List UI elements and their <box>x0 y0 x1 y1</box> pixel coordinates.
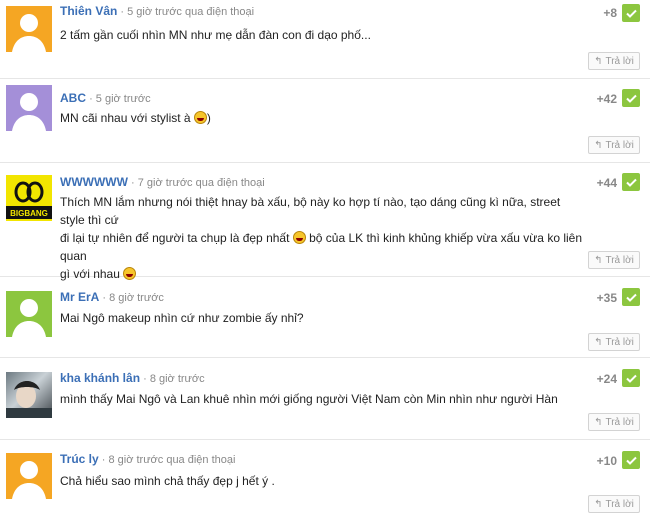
reply-label: Trả lời <box>605 139 634 151</box>
author-name[interactable]: Mr ErA <box>60 290 99 304</box>
comment-meta: · 8 giờ trước <box>102 292 164 304</box>
reply-icon: ↰ <box>594 336 603 348</box>
checkmark-icon <box>625 178 637 187</box>
avatar-purple-icon[interactable] <box>6 85 52 131</box>
comment-meta: · 7 giờ trước qua điện thoại <box>131 177 265 189</box>
comment-item: ABC · 5 giờ trước MN cãi nhau với stylis… <box>0 79 650 163</box>
comment-meta: · 5 giờ trước qua điện thoại <box>120 6 255 18</box>
reply-button[interactable]: ↰ Trả lời <box>588 333 640 351</box>
comment-header: Thiên Vân · 5 giờ trước qua điện thoại <box>60 4 254 18</box>
comment-text: Mai Ngô makeup nhìn cứ như zombie ấy nhỉ… <box>60 311 304 325</box>
like-button[interactable] <box>622 173 640 191</box>
bigbang-logo-icon[interactable]: BIGBANG <box>6 175 52 221</box>
laughing-emoji-icon <box>193 111 207 124</box>
avatar-orange-icon[interactable] <box>6 6 52 52</box>
comment-text: Chả hiểu sao mình chả thấy đẹp j hết ý . <box>60 474 275 488</box>
checkmark-icon <box>625 9 637 18</box>
comment-header: Trúc ly · 8 giờ trước qua điện thoại <box>60 452 235 466</box>
reply-label: Trả lời <box>605 254 634 266</box>
like-button[interactable] <box>622 4 640 22</box>
checkmark-icon <box>625 293 637 302</box>
comment-line: đi lại tự nhiên để người ta chụp là đẹp … <box>60 231 293 245</box>
comment-header: WWWWWW · 7 giờ trước qua điện thoại <box>60 175 265 189</box>
reply-icon: ↰ <box>594 498 603 510</box>
comment-header: Mr ErA · 8 giờ trước <box>60 290 164 304</box>
reply-icon: ↰ <box>594 416 603 428</box>
comment-header: kha khánh lân · 8 giờ trước <box>60 371 205 385</box>
author-name[interactable]: Thiên Vân <box>60 4 117 18</box>
vote-score: +24 <box>596 372 617 386</box>
vote-score: +8 <box>603 6 617 20</box>
reply-label: Trả lời <box>605 498 634 510</box>
comment-text-part: ) <box>206 111 211 125</box>
avatar-orange-icon[interactable] <box>6 453 52 499</box>
reply-icon: ↰ <box>594 254 603 266</box>
comment-meta: · 8 giờ trước qua điện thoại <box>101 454 236 466</box>
comment-text: mình thấy Mai Ngô và Lan khuê nhìn mới g… <box>60 392 558 406</box>
reply-icon: ↰ <box>594 139 603 151</box>
comment-text-part: MN cãi nhau với stylist à <box>60 111 194 125</box>
like-button[interactable] <box>622 288 640 306</box>
checkmark-icon <box>625 456 637 465</box>
reply-button[interactable]: ↰ Trả lời <box>588 136 640 154</box>
reply-button[interactable]: ↰ Trả lời <box>588 251 640 269</box>
like-button[interactable] <box>622 89 640 107</box>
author-name[interactable]: Trúc ly <box>60 452 99 466</box>
reply-label: Trả lời <box>605 416 634 428</box>
comment-meta: · 5 giờ trước <box>89 93 151 105</box>
avatar-green-icon[interactable] <box>6 291 52 337</box>
author-name[interactable]: kha khánh lân <box>60 371 140 385</box>
like-button[interactable] <box>622 451 640 469</box>
comment-item: Trúc ly · 8 giờ trước qua điện thoại Chả… <box>0 440 650 529</box>
checkmark-icon <box>625 374 637 383</box>
comment-text: MN cãi nhau với stylist à ) <box>60 109 588 127</box>
reply-label: Trả lời <box>605 336 634 348</box>
reply-button[interactable]: ↰ Trả lời <box>588 413 640 431</box>
user-photo-icon[interactable] <box>6 372 52 418</box>
vote-score: +35 <box>596 291 617 305</box>
reply-icon: ↰ <box>594 55 603 67</box>
comment-item: Thiên Vân · 5 giờ trước qua điện thoại 2… <box>0 0 650 79</box>
comment-line: Thích MN lắm nhưng nói thiệt hnay bà xấu… <box>60 195 561 227</box>
author-name[interactable]: WWWWWW <box>60 175 128 189</box>
laughing-emoji-icon <box>292 231 306 244</box>
author-name[interactable]: ABC <box>60 91 86 105</box>
like-button[interactable] <box>622 369 640 387</box>
vote-score: +10 <box>596 454 617 468</box>
logo-text: BIGBANG <box>10 209 48 218</box>
checkmark-icon <box>625 94 637 103</box>
comment-item: BIGBANG WWWWWW · 7 giờ trước qua điện th… <box>0 163 650 281</box>
comment-item: Mr ErA · 8 giờ trước Mai Ngô makeup nhìn… <box>0 277 650 358</box>
reply-button[interactable]: ↰ Trả lời <box>588 495 640 513</box>
comment-meta: · 8 giờ trước <box>143 373 205 385</box>
comment-item: kha khánh lân · 8 giờ trước mình thấy Ma… <box>0 358 650 440</box>
reply-button[interactable]: ↰ Trả lời <box>588 52 640 70</box>
vote-score: +42 <box>596 92 617 106</box>
comment-header: ABC · 5 giờ trước <box>60 91 151 105</box>
comment-text: Thích MN lắm nhưng nói thiệt hnay bà xấu… <box>60 193 588 283</box>
reply-label: Trả lời <box>605 55 634 67</box>
comment-text: 2 tấm gần cuối nhìn MN như mẹ dẫn đàn co… <box>60 28 371 42</box>
vote-score: +44 <box>596 176 617 190</box>
